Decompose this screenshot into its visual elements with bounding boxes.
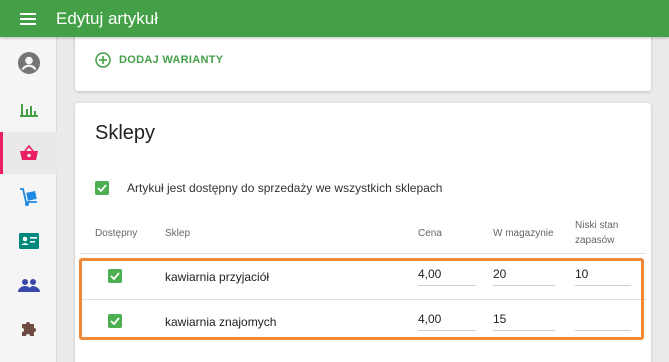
check-icon <box>97 184 107 192</box>
row-stock-input[interactable]: 15 <box>493 309 555 331</box>
sidebar-item-products[interactable] <box>0 132 57 174</box>
bar-chart-icon <box>19 104 38 117</box>
hand-truck-icon <box>19 188 37 206</box>
column-header-low-stock-line1: Niski stan <box>575 220 619 231</box>
sidebar-item-deliveries[interactable] <box>0 176 57 218</box>
column-header-stock: W magazynie <box>493 228 554 239</box>
check-icon <box>110 317 120 325</box>
row-low-stock-input[interactable] <box>575 309 631 331</box>
column-header-available: Dostępny <box>95 228 138 239</box>
shops-section-title: Sklepy <box>95 122 156 144</box>
row-stock-input[interactable]: 20 <box>493 264 555 286</box>
page-title: Edytuj artykuł <box>56 8 159 28</box>
row-shop-name: kawiarnia przyjaciół <box>165 270 270 284</box>
add-circle-outline-icon <box>95 52 111 68</box>
all-shops-label: Artykuł jest dostępny do sprzedaży we ws… <box>127 181 443 195</box>
row-available-checkbox[interactable] <box>108 314 122 328</box>
sidebar <box>0 37 57 362</box>
row-low-stock-input[interactable]: 10 <box>575 264 631 286</box>
sidebar-item-employees[interactable] <box>0 264 57 306</box>
row-divider <box>80 299 646 300</box>
row-shop-name: kawiarnia znajomych <box>165 315 277 329</box>
column-header-shop: Sklep <box>165 228 191 239</box>
check-icon <box>110 272 120 280</box>
sidebar-item-addons[interactable] <box>0 308 57 350</box>
sidebar-item-reports[interactable] <box>0 88 57 130</box>
basket-icon <box>19 145 38 160</box>
contact-card-icon <box>18 233 39 249</box>
row-available-checkbox[interactable] <box>108 269 122 283</box>
add-variants-label: DODAJ WARIANTY <box>119 54 224 66</box>
column-header-price: Cena <box>418 228 442 239</box>
row-price-input[interactable]: 4,00 <box>418 264 476 286</box>
account-circle-icon <box>17 52 40 74</box>
menu-button[interactable] <box>0 0 56 37</box>
column-header-low-stock-line2: zapasów <box>575 235 615 246</box>
sidebar-item-profile[interactable] <box>0 42 57 84</box>
header-divider <box>80 253 646 254</box>
shops-card: Sklepy Artykuł jest dostępny do sprzedaż… <box>75 103 651 362</box>
people-icon <box>17 279 40 292</box>
row-price-input[interactable]: 4,00 <box>418 309 476 331</box>
add-variants-button[interactable]: DODAJ WARIANTY <box>95 52 223 68</box>
all-shops-option: Artykuł jest dostępny do sprzedaży we ws… <box>95 181 442 195</box>
sidebar-item-customers[interactable] <box>0 220 57 262</box>
app-bar: Edytuj artykuł <box>0 0 669 37</box>
hamburger-menu-icon <box>20 12 36 25</box>
all-shops-checkbox[interactable] <box>95 181 109 195</box>
column-header-low-stock: Niski stan zapasów <box>575 218 618 248</box>
puzzle-icon <box>21 322 36 336</box>
